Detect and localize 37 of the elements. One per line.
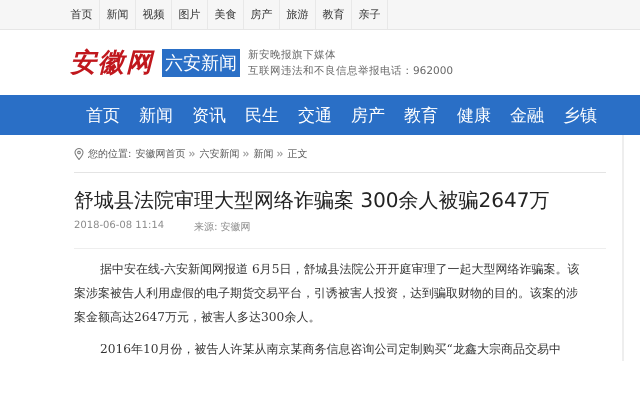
breadcrumb-link[interactable]: 正文 (287, 146, 308, 160)
main-nav-link[interactable]: 首页 (86, 104, 120, 126)
article-paragraph: 据中安在线-六安新闻网报道 6月5日，舒城县法院公开开庭审理了一起大型网络诈骗案。该案涉案被告人利用虚假的电子期货交易平台，引诱被害人投资，达到骗取财物的目的。该案的涉案金额高达2647万元，被害人多达300余人。 (74, 261, 581, 326)
site-logo[interactable]: 安徽网 (70, 45, 154, 80)
top-nav-link[interactable]: 旅游 (280, 0, 316, 29)
top-nav-link[interactable]: 亲子 (352, 0, 388, 29)
location-pin-icon (74, 148, 84, 160)
article-title: 舒城县法院审理大型网络诈骗案 300余人被骗2647万 (74, 187, 550, 214)
top-nav-link[interactable]: 视频 (136, 0, 172, 29)
double-chevron-icon (277, 150, 284, 156)
top-nav-link[interactable]: 房产 (244, 0, 280, 29)
top-nav-link[interactable]: 首页 (64, 0, 100, 29)
tagline: 新安晚报旗下媒体 (248, 48, 337, 62)
article-paragraph: 2016年10月份，被告人许某从南京某商务信息咨询公司定制购买“龙鑫大宗商品交易中 (99, 341, 562, 358)
publish-date: 2018-06-08 11:14 (74, 220, 164, 233)
main-nav-link[interactable]: 房产 (351, 104, 385, 126)
breadcrumb-link[interactable]: 六安新闻 (199, 146, 240, 160)
channel-logo: 六安新闻 (162, 48, 240, 76)
double-chevron-icon (243, 150, 250, 156)
main-nav-link[interactable]: 金融 (510, 104, 544, 126)
main-nav-link[interactable]: 民生 (245, 104, 279, 126)
hotline-text: 互联网违法和不良信息举报电话：962000 (248, 64, 454, 78)
top-nav-link[interactable]: 新闻 (100, 0, 136, 29)
main-nav-link[interactable]: 交通 (298, 104, 332, 126)
breadcrumb-link[interactable]: 新闻 (253, 146, 274, 160)
top-nav-link[interactable]: 图片 (172, 0, 208, 29)
top-nav-link[interactable]: 美食 (208, 0, 244, 29)
main-nav-link[interactable]: 资讯 (192, 104, 226, 126)
article-source: 来源: 安徽网 (194, 220, 251, 234)
main-nav-link[interactable]: 新闻 (139, 104, 173, 126)
breadcrumb-link[interactable]: 安徽网首页 (135, 146, 186, 160)
top-nav-link[interactable]: 教育 (316, 0, 352, 29)
main-nav-link[interactable]: 乡镇 (563, 104, 597, 126)
main-nav-link[interactable]: 健康 (457, 104, 491, 126)
double-chevron-icon (189, 150, 196, 156)
main-nav-link[interactable]: 教育 (404, 104, 438, 126)
breadcrumb-label: 您的位置: (88, 148, 132, 160)
